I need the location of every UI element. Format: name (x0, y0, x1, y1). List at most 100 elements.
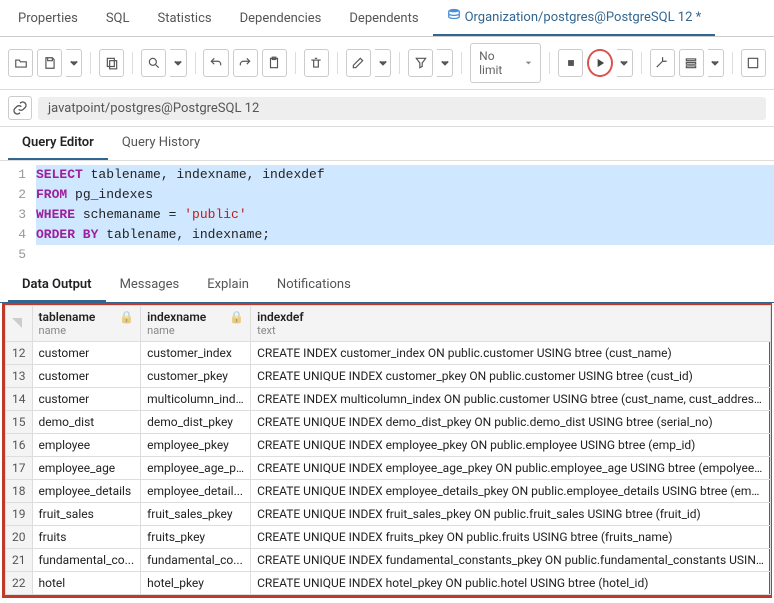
explain-analyze-button[interactable] (679, 49, 704, 77)
cell-indexname[interactable]: employee_age_p... (141, 457, 251, 480)
tab-query-session[interactable]: Organization/postgres@PostgreSQL 12 * (433, 0, 716, 36)
cell-indexdef[interactable]: CREATE UNIQUE INDEX employee_pkey ON pub… (251, 434, 771, 457)
cell-tablename[interactable]: employee (32, 434, 141, 457)
tab-dependencies[interactable]: Dependencies (226, 0, 336, 36)
cell-indexdef[interactable]: CREATE UNIQUE INDEX fundamental_constant… (251, 549, 771, 572)
cell-indexdef[interactable]: CREATE INDEX customer_index ON public.cu… (251, 342, 771, 365)
row-number[interactable]: 19 (6, 503, 33, 526)
cell-indexdef[interactable]: CREATE UNIQUE INDEX employee_details_pke… (251, 480, 771, 503)
cell-indexname[interactable]: customer_index (141, 342, 251, 365)
col-indexname[interactable]: indexname🔒name (141, 306, 251, 342)
undo-button[interactable] (203, 49, 228, 77)
limit-dropdown[interactable]: No limit (470, 43, 541, 83)
table-row[interactable]: 19fruit_salesfruit_sales_pkeyCREATE UNIQ… (6, 503, 771, 526)
row-number[interactable]: 20 (6, 526, 33, 549)
row-number[interactable]: 22 (6, 572, 33, 595)
cell-indexdef[interactable]: CREATE UNIQUE INDEX fruits_pkey ON publi… (251, 526, 771, 549)
sql-editor[interactable]: 12345 SELECT tablename, indexname, index… (0, 161, 774, 269)
tab-query-session-label: Organization/postgres@PostgreSQL 12 * (465, 10, 702, 25)
cell-tablename[interactable]: employee_details (32, 480, 141, 503)
cell-indexdef[interactable]: CREATE UNIQUE INDEX fruit_sales_pkey ON … (251, 503, 771, 526)
restab-data-output[interactable]: Data Output (8, 269, 106, 302)
cell-indexname[interactable]: employee_detail... (141, 480, 251, 503)
find-dropdown[interactable] (170, 49, 186, 77)
cell-indexdef[interactable]: CREATE UNIQUE INDEX customer_pkey ON pub… (251, 365, 771, 388)
cell-indexdef[interactable]: CREATE UNIQUE INDEX employee_age_pkey ON… (251, 457, 771, 480)
cell-indexname[interactable]: hotel_pkey (141, 572, 251, 595)
cell-indexdef[interactable]: CREATE UNIQUE INDEX hotel_pkey ON public… (251, 572, 771, 595)
cell-tablename[interactable]: customer (32, 365, 141, 388)
table-row[interactable]: 18employee_detailsemployee_detail...CREA… (6, 480, 771, 503)
subtab-query-editor[interactable]: Query Editor (8, 127, 108, 160)
subtab-query-history[interactable]: Query History (108, 127, 214, 160)
delete-button[interactable] (304, 49, 329, 77)
cell-tablename[interactable]: demo_dist (32, 411, 141, 434)
cell-tablename[interactable]: fundamental_co... (32, 549, 141, 572)
table-row[interactable]: 17employee_ageemployee_age_p...CREATE UN… (6, 457, 771, 480)
row-number[interactable]: 13 (6, 365, 33, 388)
table-row[interactable]: 14customermulticolumn_ind...CREATE INDEX… (6, 388, 771, 411)
lock-icon: 🔒 (119, 310, 134, 324)
filter-button[interactable] (408, 49, 433, 77)
cell-tablename[interactable]: fruits (32, 526, 141, 549)
table-row[interactable]: 21fundamental_co...fundamental_co...CREA… (6, 549, 771, 572)
cell-indexname[interactable]: fruits_pkey (141, 526, 251, 549)
row-number[interactable]: 12 (6, 342, 33, 365)
tab-statistics[interactable]: Statistics (144, 0, 226, 36)
connection-icon[interactable] (8, 96, 32, 120)
cell-indexname[interactable]: fundamental_co... (141, 549, 251, 572)
table-row[interactable]: 13customercustomer_pkeyCREATE UNIQUE IND… (6, 365, 771, 388)
restab-notifications[interactable]: Notifications (263, 269, 365, 302)
explain-dropdown[interactable] (708, 49, 724, 77)
filter-dropdown[interactable] (437, 49, 453, 77)
tab-properties[interactable]: Properties (4, 0, 92, 36)
table-row[interactable]: 12customercustomer_indexCREATE INDEX cus… (6, 342, 771, 365)
find-button[interactable] (141, 49, 166, 77)
cell-tablename[interactable]: customer (32, 388, 141, 411)
commit-button[interactable] (741, 49, 766, 77)
col-indexdef[interactable]: indexdeftext (251, 306, 771, 342)
cell-tablename[interactable]: fruit_sales (32, 503, 141, 526)
execute-dropdown[interactable] (617, 49, 633, 77)
sql-code[interactable]: SELECT tablename, indexname, indexdefFRO… (36, 165, 774, 265)
stop-button[interactable] (558, 49, 583, 77)
row-number[interactable]: 21 (6, 549, 33, 572)
execute-button[interactable] (587, 49, 612, 77)
cell-tablename[interactable]: hotel (32, 572, 141, 595)
row-number[interactable]: 14 (6, 388, 33, 411)
cell-tablename[interactable]: employee_age (32, 457, 141, 480)
tab-dependents[interactable]: Dependents (335, 0, 432, 36)
copy-button[interactable] (99, 49, 124, 77)
breadcrumb-bar: javatpoint/postgres@PostgreSQL 12 (0, 90, 774, 127)
cell-indexname[interactable]: customer_pkey (141, 365, 251, 388)
paste-button[interactable] (262, 49, 287, 77)
cell-indexname[interactable]: multicolumn_ind... (141, 388, 251, 411)
table-row[interactable]: 15demo_distdemo_dist_pkeyCREATE UNIQUE I… (6, 411, 771, 434)
row-number[interactable]: 18 (6, 480, 33, 503)
table-row[interactable]: 20fruitsfruits_pkeyCREATE UNIQUE INDEX f… (6, 526, 771, 549)
open-file-button[interactable] (8, 49, 33, 77)
cell-tablename[interactable]: customer (32, 342, 141, 365)
cell-indexname[interactable]: demo_dist_pkey (141, 411, 251, 434)
cell-indexname[interactable]: fruit_sales_pkey (141, 503, 251, 526)
restab-explain[interactable]: Explain (193, 269, 263, 302)
edit-dropdown[interactable] (375, 49, 391, 77)
save-dropdown[interactable] (66, 49, 82, 77)
table-row[interactable]: 22hotelhotel_pkeyCREATE UNIQUE INDEX hot… (6, 572, 771, 595)
explain-button[interactable] (650, 49, 675, 77)
cell-indexdef[interactable]: CREATE INDEX multicolumn_index ON public… (251, 388, 771, 411)
redo-button[interactable] (233, 49, 258, 77)
cell-indexname[interactable]: employee_pkey (141, 434, 251, 457)
database-icon (447, 8, 461, 26)
row-number[interactable]: 17 (6, 457, 33, 480)
cell-indexdef[interactable]: CREATE UNIQUE INDEX demo_dist_pkey ON pu… (251, 411, 771, 434)
save-button[interactable] (37, 49, 62, 77)
col-tablename[interactable]: tablename🔒name (32, 306, 141, 342)
tab-sql[interactable]: SQL (92, 0, 144, 36)
edit-button[interactable] (346, 49, 371, 77)
row-number[interactable]: 16 (6, 434, 33, 457)
table-row[interactable]: 16employeeemployee_pkeyCREATE UNIQUE IND… (6, 434, 771, 457)
grid-corner[interactable] (6, 306, 33, 342)
restab-messages[interactable]: Messages (106, 269, 194, 302)
row-number[interactable]: 15 (6, 411, 33, 434)
